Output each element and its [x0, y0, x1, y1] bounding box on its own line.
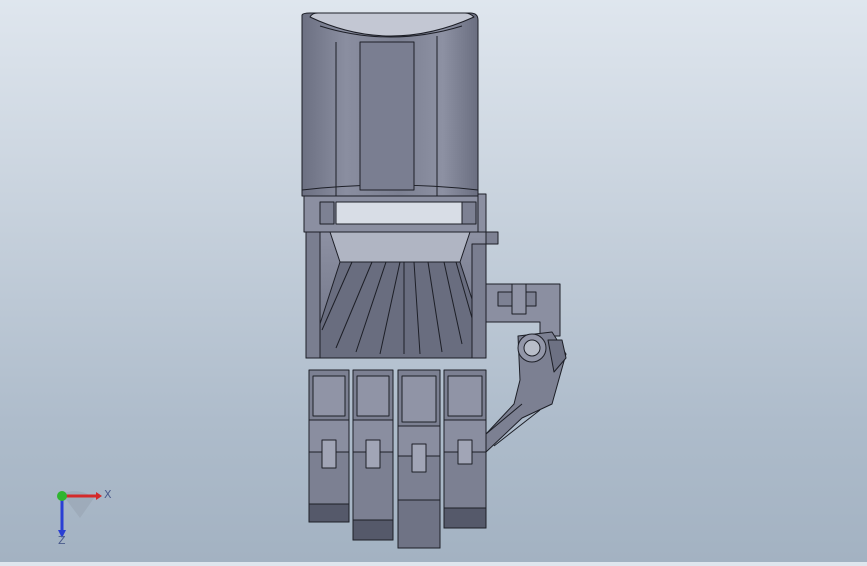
- forearm-cuff: [301, 12, 479, 197]
- graphics-viewport[interactable]: [0, 0, 867, 562]
- x-axis-label: X: [104, 488, 112, 501]
- x-axis-arrowhead: [96, 492, 102, 500]
- finger-ring: [352, 369, 394, 541]
- thumb: [485, 283, 567, 453]
- z-axis-label: Z: [58, 534, 66, 547]
- finger-index: [443, 369, 487, 529]
- finger-middle: [397, 369, 441, 549]
- y-axis-dot: [57, 491, 67, 501]
- palm: [305, 231, 487, 359]
- finger-little: [308, 369, 350, 523]
- hand-model[interactable]: [0, 0, 867, 562]
- orientation-triad: X Z: [40, 478, 120, 548]
